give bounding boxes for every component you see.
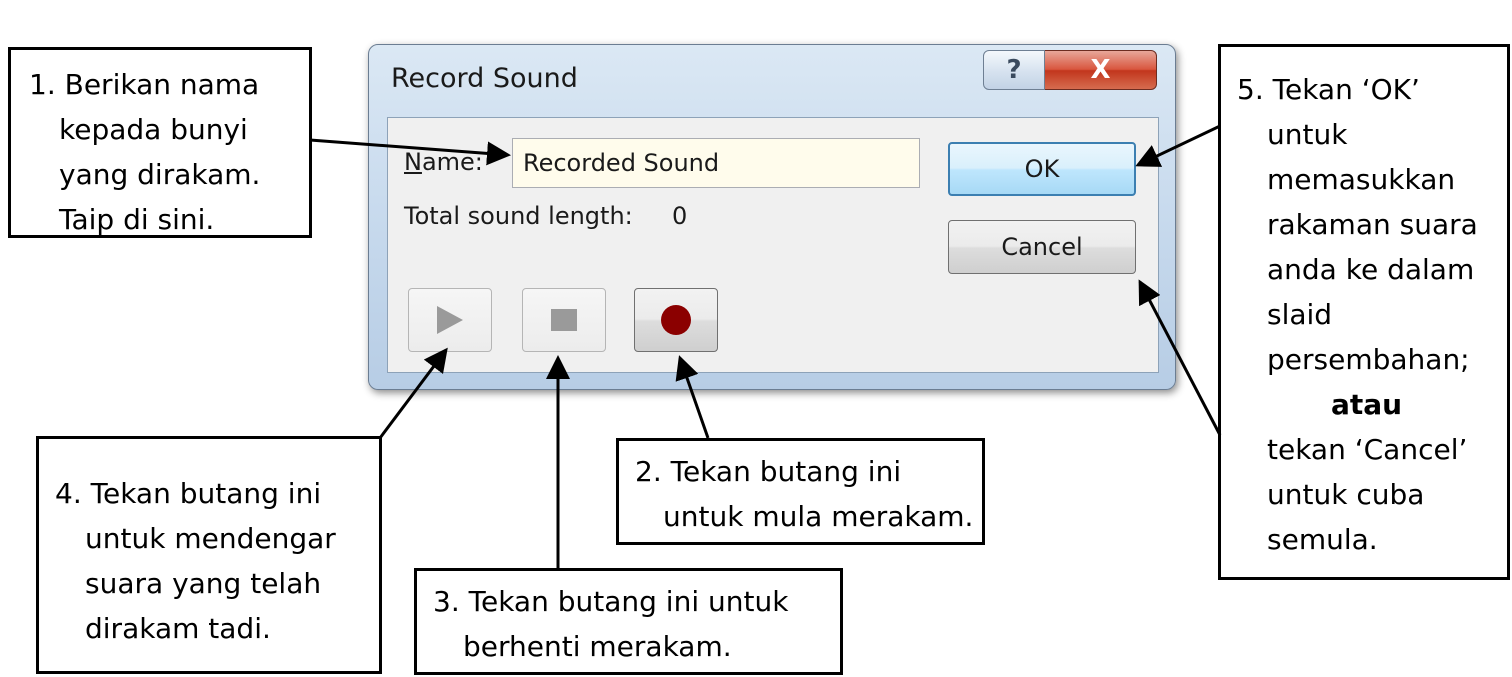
record-button[interactable]: [634, 288, 718, 352]
name-label-text: ame:: [421, 148, 483, 176]
dialog-title: Record Sound: [391, 63, 578, 94]
callout-line: untuk cuba: [1267, 478, 1425, 511]
callout-line: persembahan;: [1267, 343, 1470, 376]
stop-icon: [551, 309, 577, 331]
callout-play-instruction: 4. Tekan butang ini untuk mendengar suar…: [36, 436, 382, 674]
play-icon: [437, 306, 463, 334]
callout-stop-instruction: 3. Tekan butang ini untuk berhenti merak…: [414, 568, 843, 675]
callout-line: memasukkan: [1267, 163, 1456, 196]
close-icon: X: [1090, 55, 1111, 85]
title-bar-buttons: ? X: [983, 50, 1157, 92]
callout-line: yang dirakam.: [59, 158, 261, 191]
total-sound-length-value: 0: [672, 202, 688, 230]
stop-button[interactable]: [522, 288, 606, 352]
callout-line: 1. Berikan nama: [29, 68, 260, 101]
callout-line: anda ke dalam: [1267, 253, 1475, 286]
ok-button[interactable]: OK: [948, 142, 1136, 196]
callout-record-instruction: 2. Tekan butang ini untuk mula merakam.: [616, 438, 985, 545]
callout-line: untuk mendengar: [85, 522, 336, 555]
callout-line: 2. Tekan butang ini: [635, 455, 902, 488]
name-input[interactable]: [512, 138, 920, 188]
callout-line: slaid: [1267, 298, 1333, 331]
callout-line: kepada bunyi: [59, 113, 248, 146]
help-button[interactable]: ?: [983, 50, 1045, 90]
help-icon: ?: [1006, 55, 1022, 85]
callout-ok-cancel-instruction: 5. Tekan ‘OK’ untuk memasukkan rakaman s…: [1218, 44, 1510, 580]
callout-line: dirakam tadi.: [85, 612, 271, 645]
callout-line: 5. Tekan ‘OK’: [1237, 73, 1420, 106]
cancel-button[interactable]: Cancel: [948, 220, 1136, 274]
callout-line: 4. Tekan butang ini: [55, 477, 322, 510]
record-sound-dialog: Record Sound ? X Name: Total sound lengt…: [368, 44, 1176, 390]
callout-line-atau: atau: [1331, 388, 1403, 421]
close-button[interactable]: X: [1045, 50, 1157, 90]
callout-line: untuk: [1267, 118, 1348, 151]
name-label-accesskey: N: [404, 148, 422, 176]
name-label: Name:: [404, 148, 483, 176]
callout-line: untuk mula merakam.: [663, 500, 974, 533]
callout-line: rakaman suara: [1267, 208, 1478, 241]
play-button[interactable]: [408, 288, 492, 352]
callout-line: Taip di sini.: [59, 203, 215, 236]
callout-name-instruction: 1. Berikan nama kepada bunyi yang diraka…: [8, 47, 312, 238]
record-icon: [661, 305, 691, 335]
callout-line: semula.: [1267, 523, 1378, 556]
total-sound-length-label: Total sound length:: [404, 202, 633, 230]
callout-line: tekan ‘Cancel’: [1267, 433, 1468, 466]
callout-line: suara yang telah: [85, 567, 322, 600]
callout-line: berhenti merakam.: [463, 630, 732, 663]
callout-line: 3. Tekan butang ini untuk: [433, 585, 789, 618]
dialog-body: Name: Total sound length: 0 OK Cancel: [387, 117, 1159, 373]
